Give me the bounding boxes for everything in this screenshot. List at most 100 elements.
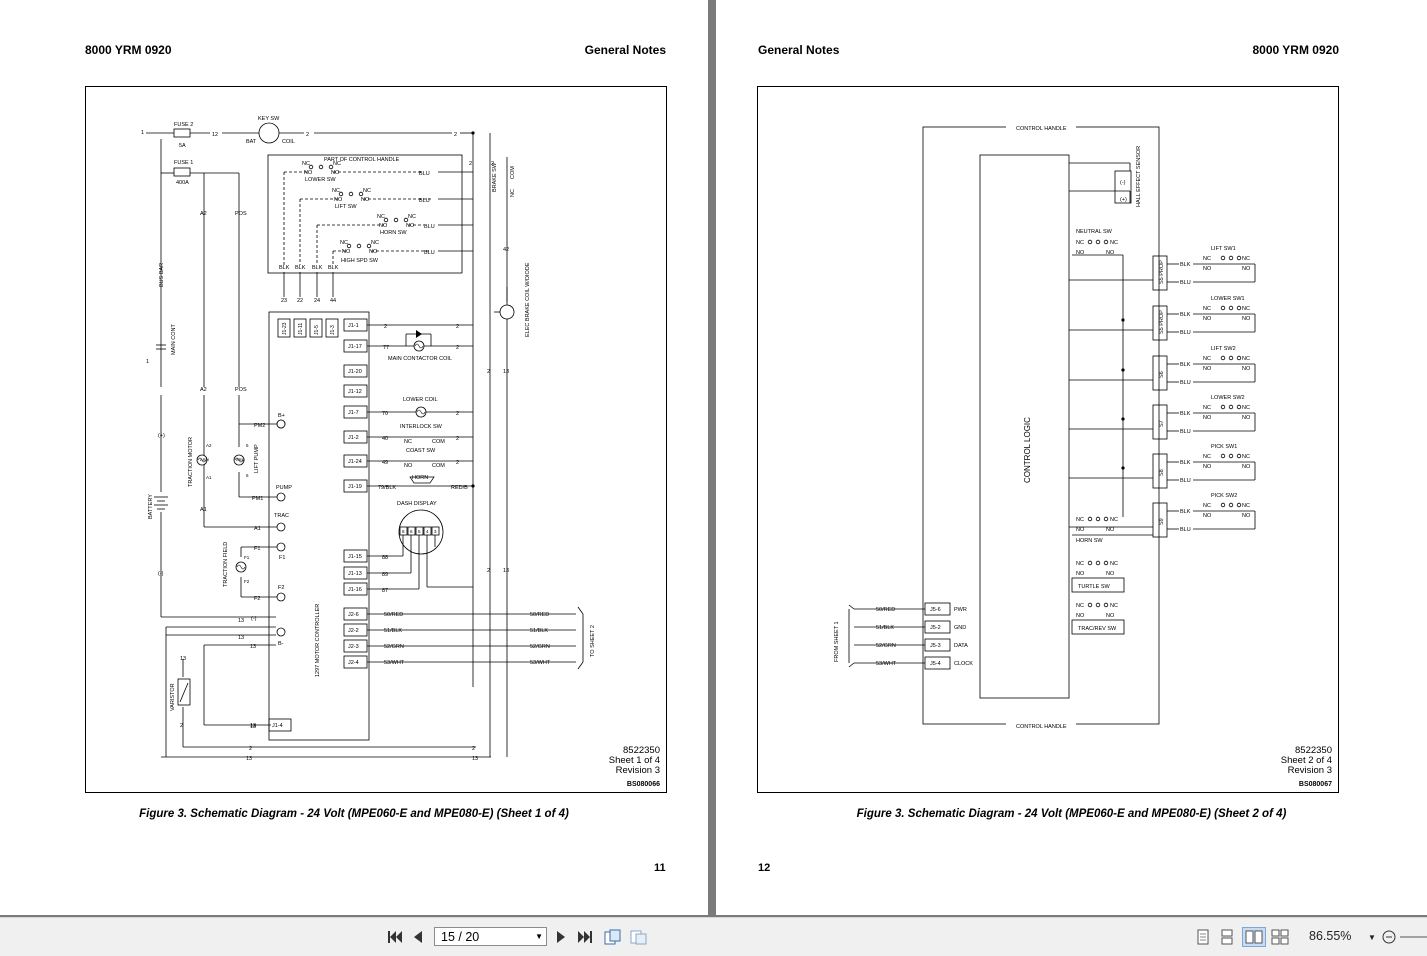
key-switch-symbol bbox=[259, 123, 279, 143]
no-label: NO bbox=[1203, 266, 1212, 272]
fuse-label: FUSE 1 bbox=[174, 160, 193, 166]
brake-sw-label: BRAKE SW bbox=[492, 162, 498, 192]
wire-number: 24 bbox=[314, 298, 320, 304]
minus-label: (-) bbox=[251, 616, 257, 622]
figure-code: BS080067 bbox=[1299, 781, 1332, 788]
f2-label: F2 bbox=[244, 579, 250, 584]
switch-label: TRAC/REV SW bbox=[1078, 626, 1117, 632]
nc-label: NC bbox=[1242, 256, 1250, 262]
control-logic-label: CONTROL LOGIC bbox=[1023, 417, 1032, 483]
wire-label: 52/GRN bbox=[876, 643, 896, 649]
no-label: NO bbox=[1203, 316, 1212, 322]
f2-terminal bbox=[277, 593, 285, 601]
traction-field-label: TRACTION FIELD bbox=[223, 542, 229, 587]
nc-label: NC bbox=[1203, 405, 1211, 411]
signal-label: CLOCK bbox=[954, 661, 973, 667]
connector-label: J1-4 bbox=[272, 723, 283, 729]
next-page-icon[interactable] bbox=[553, 927, 569, 947]
wire-line bbox=[849, 605, 854, 609]
no-label: NO bbox=[1242, 366, 1251, 372]
connector-label: J1-24 bbox=[348, 459, 362, 465]
switch-contact bbox=[1088, 517, 1092, 521]
page-number-value: 15 / 20 bbox=[441, 930, 479, 944]
no-label: NO bbox=[361, 197, 370, 203]
no-label: NO bbox=[1242, 316, 1251, 322]
b-plus-label: B+ bbox=[278, 413, 285, 419]
header-doc-id: 8000 YRM 0920 bbox=[85, 43, 172, 57]
no-label: NO bbox=[1076, 571, 1085, 577]
b-minus-label: B- bbox=[278, 641, 284, 647]
a1-label: A1 bbox=[206, 475, 212, 480]
switch-contact bbox=[1237, 454, 1241, 458]
no-label: NO bbox=[404, 463, 413, 469]
key-sw-label: KEY SW bbox=[258, 116, 280, 122]
wire-label: 51/BLK bbox=[876, 625, 894, 631]
last-page-icon[interactable] bbox=[576, 927, 594, 947]
blu-label: BLU bbox=[1180, 330, 1191, 336]
bat-label: BAT bbox=[246, 139, 257, 145]
no-label: NO bbox=[1242, 266, 1251, 272]
plus-label: (+) bbox=[1120, 197, 1127, 203]
copy-page-icon[interactable] bbox=[603, 927, 623, 947]
facing-view-icon[interactable] bbox=[1242, 927, 1266, 947]
junction-dot bbox=[1121, 368, 1124, 371]
nc-label: NC bbox=[363, 188, 371, 194]
blu-label: BLU bbox=[1180, 280, 1191, 286]
zoom-out-icon[interactable] bbox=[1381, 927, 1397, 947]
drawing-info: 8522350 Sheet 1 of 4 Revision 3 bbox=[609, 746, 660, 776]
no-label: NO bbox=[1106, 527, 1115, 533]
trac-label: TRAC bbox=[274, 513, 289, 519]
single-page-view-icon[interactable] bbox=[1194, 927, 1212, 947]
blu-label: BLU bbox=[419, 198, 430, 204]
traction-motor-label: TRACTION MOTOR bbox=[188, 437, 194, 487]
zoom-level[interactable]: 86.55% bbox=[1309, 929, 1351, 943]
nc-label: NC bbox=[1076, 561, 1084, 567]
connector-label: J1-13 bbox=[348, 571, 362, 577]
wire-label: 51/BLK bbox=[384, 628, 402, 634]
continuous-facing-view-icon[interactable] bbox=[1270, 927, 1290, 947]
module-label: S5 PROP bbox=[1159, 310, 1165, 334]
wire-number: 2 bbox=[487, 369, 490, 375]
first-page-icon[interactable] bbox=[386, 927, 404, 947]
nc-label: NC bbox=[408, 214, 416, 220]
module-label: S8 bbox=[1159, 469, 1165, 476]
lower-coil-label: LOWER COIL bbox=[403, 397, 438, 403]
switch-contact bbox=[1104, 517, 1108, 521]
com-label: COM bbox=[510, 166, 516, 179]
nc-label: NC bbox=[302, 161, 310, 167]
wire-label: RED/B bbox=[451, 485, 468, 491]
connector-label: J1-1 bbox=[348, 323, 359, 329]
dash-display-label: DASH DISPLAY bbox=[397, 501, 437, 507]
no-label: NO bbox=[1106, 613, 1115, 619]
wire-number: 70 bbox=[382, 411, 388, 417]
figure-code: BS080066 bbox=[627, 781, 660, 788]
nc-label: NC bbox=[1076, 603, 1084, 609]
chevron-down-icon[interactable]: ▼ bbox=[535, 932, 543, 941]
zoom-slider[interactable] bbox=[1400, 927, 1427, 947]
wire-number: 23 bbox=[281, 298, 287, 304]
zoom-dropdown-icon[interactable]: ▼ bbox=[1366, 927, 1378, 947]
nc-label: NC bbox=[340, 240, 348, 246]
export-page-icon[interactable] bbox=[629, 927, 649, 947]
connector-label: J2-2 bbox=[348, 628, 359, 634]
wire-number: 2 bbox=[306, 132, 309, 138]
hall-effect-label: HALL EFFECT SENSOR bbox=[1136, 146, 1142, 207]
coast-sw-label: COAST SW bbox=[406, 448, 436, 454]
page-number-input[interactable]: 15 / 20 ▼ bbox=[434, 927, 547, 946]
motor-controller-label: 1297 MOTOR CONTROLLER bbox=[315, 604, 321, 677]
wire-number: 13 bbox=[246, 756, 252, 762]
switch-contact bbox=[1237, 256, 1241, 260]
previous-page-icon[interactable] bbox=[410, 927, 426, 947]
module-label: S7 bbox=[1159, 420, 1165, 427]
minus-label: (-) bbox=[1120, 180, 1126, 186]
figure-caption: Figure 3. Schematic Diagram - 24 Volt (M… bbox=[0, 808, 708, 820]
connector-label: J1-17 bbox=[348, 344, 362, 350]
nc-label: NC bbox=[1203, 356, 1211, 362]
switch-contact bbox=[1229, 306, 1233, 310]
wire-label: 50/RED bbox=[384, 612, 403, 618]
continuous-view-icon[interactable] bbox=[1218, 927, 1236, 947]
wire-number: 2 bbox=[456, 324, 459, 330]
wire-number: 13 bbox=[503, 369, 509, 375]
pdf-viewer-toolbar: 15 / 20 ▼ 86.55% ▼ bbox=[0, 917, 1427, 956]
junction-dot bbox=[1121, 466, 1124, 469]
